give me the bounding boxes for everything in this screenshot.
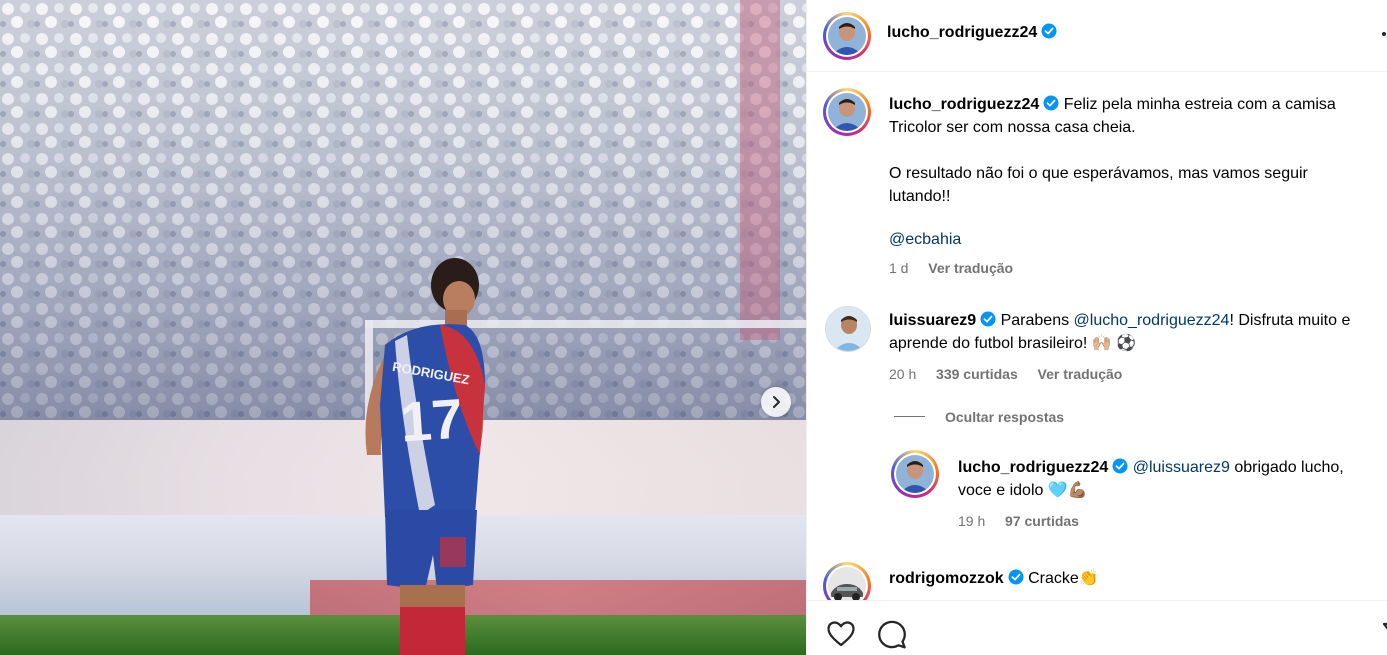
comment-mention-link[interactable]: @lucho_rodriguezz24 bbox=[1074, 312, 1230, 329]
author-username[interactable]: lucho_rodriguezz24 bbox=[887, 24, 1037, 41]
comment-button[interactable] bbox=[877, 620, 907, 655]
caption-line: Feliz pela minha estreia com a camisa bbox=[1063, 96, 1336, 113]
more-options-button[interactable] bbox=[1372, 22, 1387, 52]
reply-mention-link[interactable]: @luissuarez9 bbox=[1133, 459, 1230, 476]
comment: rodrigomozzok Cracke👏 bbox=[889, 567, 1099, 590]
comment-username[interactable]: luissuarez9 bbox=[889, 312, 976, 329]
comment-timestamp[interactable]: 20 h bbox=[889, 366, 916, 382]
comments-section: lucho_rodriguezz24 Feliz pela minha estr… bbox=[807, 72, 1387, 600]
caption-translate-link[interactable]: Ver tradução bbox=[928, 260, 1013, 276]
reply-timestamp[interactable]: 19 h bbox=[958, 513, 985, 529]
post-photo: 17 RODRIGUEZ bbox=[0, 0, 806, 655]
commenter-avatar[interactable] bbox=[825, 306, 871, 352]
caption-author-avatar[interactable] bbox=[823, 88, 871, 136]
comment: luissuarez9 Parabens @lucho_rodriguezz24… bbox=[889, 309, 1379, 355]
caption-line: Tricolor ser com nossa casa cheia. bbox=[889, 119, 1136, 136]
comment-username[interactable]: rodrigomozzok bbox=[889, 570, 1004, 587]
post-actions-bar bbox=[807, 600, 1387, 655]
post-details-panel: lucho_rodriguezz24 lucho_rodriguezz24 Fe… bbox=[806, 0, 1387, 655]
caption-line: O resultado não foi o que esperávamos, m… bbox=[889, 165, 1308, 182]
caption-mention-link[interactable]: @ecbahia bbox=[889, 228, 1374, 251]
caption-timestamp[interactable]: 1 d bbox=[889, 260, 908, 276]
reply-likes-count[interactable]: 97 curtidas bbox=[1005, 513, 1079, 529]
verified-badge-icon bbox=[1112, 458, 1128, 474]
comment-translate-link[interactable]: Ver tradução bbox=[1038, 366, 1123, 382]
svg-text:17: 17 bbox=[398, 386, 465, 453]
verified-badge-icon bbox=[1008, 569, 1024, 585]
player-figure: 17 RODRIGUEZ bbox=[365, 258, 485, 655]
comment-icon bbox=[878, 620, 906, 649]
comment-text: aprende do futbol brasileiro! 🙌🏼 ⚽ bbox=[889, 335, 1137, 352]
comment-text: Cracke👏 bbox=[1028, 570, 1099, 587]
caption-line: lutando!! bbox=[889, 188, 951, 205]
replies-divider bbox=[894, 416, 925, 417]
reply-text: voce e idolo 🩵💪🏽 bbox=[958, 482, 1088, 499]
reply-username[interactable]: lucho_rodriguezz24 bbox=[958, 459, 1108, 476]
reply-author-avatar[interactable] bbox=[891, 450, 939, 498]
verified-badge-icon bbox=[1041, 23, 1057, 39]
reply: lucho_rodriguezz24 @luissuarez9 obrigado… bbox=[958, 456, 1383, 502]
author-avatar[interactable] bbox=[823, 12, 871, 60]
commenter-avatar[interactable] bbox=[823, 562, 871, 600]
reply-text: obrigado lucho, bbox=[1229, 459, 1344, 476]
heart-icon bbox=[827, 621, 855, 647]
comment-text: ! Disfruta muito e bbox=[1229, 312, 1351, 329]
share-button[interactable] bbox=[1382, 621, 1387, 647]
verified-badge-icon bbox=[980, 311, 996, 327]
caption: lucho_rodriguezz24 Feliz pela minha estr… bbox=[889, 93, 1374, 251]
chevron-right-icon bbox=[773, 396, 780, 408]
comment-likes-count[interactable]: 339 curtidas bbox=[936, 366, 1018, 382]
next-photo-button[interactable] bbox=[761, 387, 791, 417]
like-button[interactable] bbox=[827, 621, 855, 652]
more-options-icon bbox=[1382, 32, 1386, 36]
caption-username[interactable]: lucho_rodriguezz24 bbox=[889, 96, 1039, 113]
comment-text: Parabens bbox=[1000, 312, 1074, 329]
post-header: lucho_rodriguezz24 bbox=[807, 0, 1387, 72]
share-icon bbox=[1382, 622, 1387, 630]
hide-replies-button[interactable]: Ocultar respostas bbox=[945, 409, 1064, 425]
verified-badge-icon bbox=[1043, 95, 1059, 111]
